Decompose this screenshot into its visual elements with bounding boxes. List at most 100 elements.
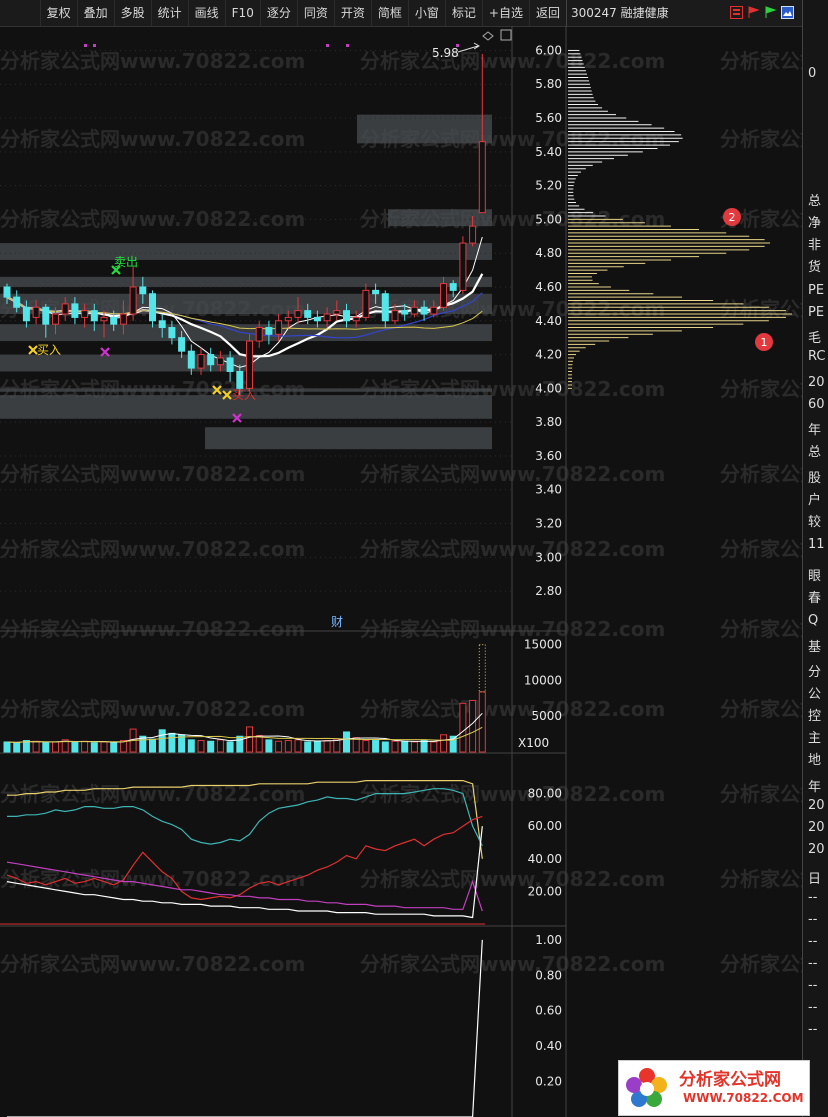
volume-bar bbox=[52, 741, 59, 753]
candle-body bbox=[71, 303, 79, 318]
candle-body bbox=[362, 289, 370, 318]
candle-body bbox=[81, 310, 89, 318]
watermark-text: 分析家公式网www.70822.com bbox=[720, 952, 802, 976]
volume-bar bbox=[313, 740, 321, 753]
watermark-text: 分析家公式网www.70822.com bbox=[360, 697, 665, 721]
price-tick-label: 4.20 bbox=[535, 348, 562, 362]
toolbar-button[interactable]: 叠加 bbox=[76, 0, 114, 26]
volume-bar bbox=[158, 729, 166, 753]
grid-icon[interactable] bbox=[730, 6, 743, 19]
candle-body bbox=[478, 141, 486, 214]
watermark-text: 分析家公式网www.70822.com bbox=[0, 867, 305, 891]
site-logo: 分析家公式网 WWW.70822.COM bbox=[618, 1060, 810, 1116]
price-tick-label: 5.80 bbox=[535, 77, 562, 91]
green-flag-icon[interactable] bbox=[764, 6, 777, 19]
volume-bar bbox=[42, 742, 50, 753]
toolbar-button[interactable]: 开资 bbox=[333, 0, 371, 26]
toolbar-button[interactable]: 多股 bbox=[113, 0, 151, 26]
top-dot-marker bbox=[346, 44, 349, 47]
watermark-text: 分析家公式网www.70822.com bbox=[0, 617, 305, 641]
watermark-text: 分析家公式网www.70822.com bbox=[720, 617, 802, 641]
image-icon[interactable] bbox=[781, 6, 794, 19]
price-zone bbox=[205, 427, 492, 450]
volume-bar bbox=[275, 740, 283, 753]
candle-body bbox=[226, 357, 234, 372]
price-tick-label: 4.60 bbox=[535, 280, 562, 294]
toolbar-button[interactable]: 简框 bbox=[370, 0, 408, 26]
signal-tick-label: 0.40 bbox=[535, 1039, 562, 1053]
candle-body bbox=[207, 354, 215, 366]
toolbar-button[interactable]: F10 bbox=[224, 0, 260, 26]
candle-body bbox=[410, 306, 418, 315]
top-dot-marker bbox=[93, 44, 96, 47]
watermark-text: 分析家公式网www.70822.com bbox=[720, 377, 802, 401]
price-tick-label: 5.00 bbox=[535, 212, 562, 226]
side-panel-item: 公 bbox=[808, 687, 822, 702]
candle-body bbox=[158, 320, 166, 329]
candle-body bbox=[216, 357, 224, 366]
watermark-text: 分析家公式网www.70822.com bbox=[360, 462, 665, 486]
side-panel-item: -- bbox=[808, 890, 818, 905]
side-panel-item: 基 bbox=[808, 640, 822, 655]
price-zone bbox=[0, 243, 492, 260]
price-tick-label: 4.00 bbox=[535, 381, 562, 395]
volume-ma10-line bbox=[6, 726, 483, 743]
candle-body bbox=[61, 303, 69, 315]
buy-label: 买入 bbox=[37, 343, 61, 357]
side-panel-item: 股 bbox=[808, 471, 822, 486]
volume-bar bbox=[478, 691, 486, 753]
volume-bar bbox=[90, 742, 98, 753]
toolbar-button[interactable]: 复权 bbox=[39, 0, 77, 26]
candle-body bbox=[32, 306, 40, 318]
candle-body bbox=[139, 286, 147, 295]
side-panel-item: 毛 bbox=[808, 331, 822, 346]
toolbar-button[interactable]: +自选 bbox=[481, 0, 529, 26]
side-panel-item: 地 bbox=[808, 753, 822, 768]
watermark-text: 分析家公式网www.70822.com bbox=[360, 867, 665, 891]
candle-body bbox=[449, 283, 457, 291]
toolbar-button[interactable]: 画线 bbox=[187, 0, 225, 26]
signal-tick-label: 0.80 bbox=[535, 968, 562, 982]
toolbar-button[interactable]: 逐分 bbox=[259, 0, 297, 26]
volume-bar bbox=[246, 726, 253, 753]
toolbar-button[interactable]: 标记 bbox=[444, 0, 482, 26]
watermark-text: 分析家公式网www.70822.com bbox=[0, 49, 305, 73]
price-zone bbox=[0, 276, 492, 287]
toolbar-button[interactable]: 同资 bbox=[296, 0, 334, 26]
info-side-panel: 0 总净非货 PE PE 毛 RC 20 60 年总股户较 11 眼春 Q 基分公控主地年 20 20 20 日… bbox=[802, 0, 828, 1117]
logo-name: 分析家公式网 bbox=[679, 1070, 781, 1090]
volume-bar bbox=[207, 740, 215, 753]
indicator-tick-label: 60.00 bbox=[528, 819, 562, 833]
candle-body bbox=[22, 306, 30, 322]
numbered-badge-text: 2 bbox=[729, 211, 736, 224]
candle-body bbox=[352, 316, 360, 322]
signal-tick-label: 1.00 bbox=[535, 933, 562, 947]
volume-bar bbox=[410, 741, 418, 753]
volume-bar bbox=[216, 739, 224, 753]
price-tick-label: 5.20 bbox=[535, 179, 562, 193]
candle-body bbox=[255, 327, 263, 342]
stock-header: 300247 融捷健康 bbox=[566, 0, 803, 27]
toolbar-button[interactable]: 统计 bbox=[150, 0, 188, 26]
toolbar-button[interactable]: 返回 bbox=[528, 0, 566, 26]
price-tick-label: 4.40 bbox=[535, 314, 562, 328]
side-panel-item: 主 bbox=[808, 731, 822, 746]
top-dot-marker bbox=[84, 44, 87, 47]
toolbar-button[interactable]: 小窗 bbox=[407, 0, 445, 26]
side-panel-item: 较 bbox=[808, 515, 822, 530]
candle-body bbox=[129, 286, 137, 315]
candle-body bbox=[372, 289, 380, 295]
red-flag-icon[interactable] bbox=[747, 6, 760, 19]
numbered-badge-text: 1 bbox=[761, 336, 768, 349]
candle-body bbox=[100, 316, 108, 322]
side-panel-item: -- bbox=[808, 978, 818, 993]
stock-chart[interactable]: 分析家公式网www.70822.com 分析家公式网www.70822.com 分析… bbox=[0, 26, 802, 1117]
watermark-text: 分析家公式网www.70822.com bbox=[720, 537, 802, 561]
candle-body bbox=[391, 310, 399, 322]
candle-body bbox=[42, 306, 50, 325]
candle-body bbox=[459, 242, 467, 291]
candle-body bbox=[197, 354, 205, 369]
signal-cross bbox=[28, 345, 38, 355]
watermark-text: 分析家公式网www.70822.com bbox=[0, 697, 305, 721]
side-panel-item: -- bbox=[808, 934, 818, 949]
